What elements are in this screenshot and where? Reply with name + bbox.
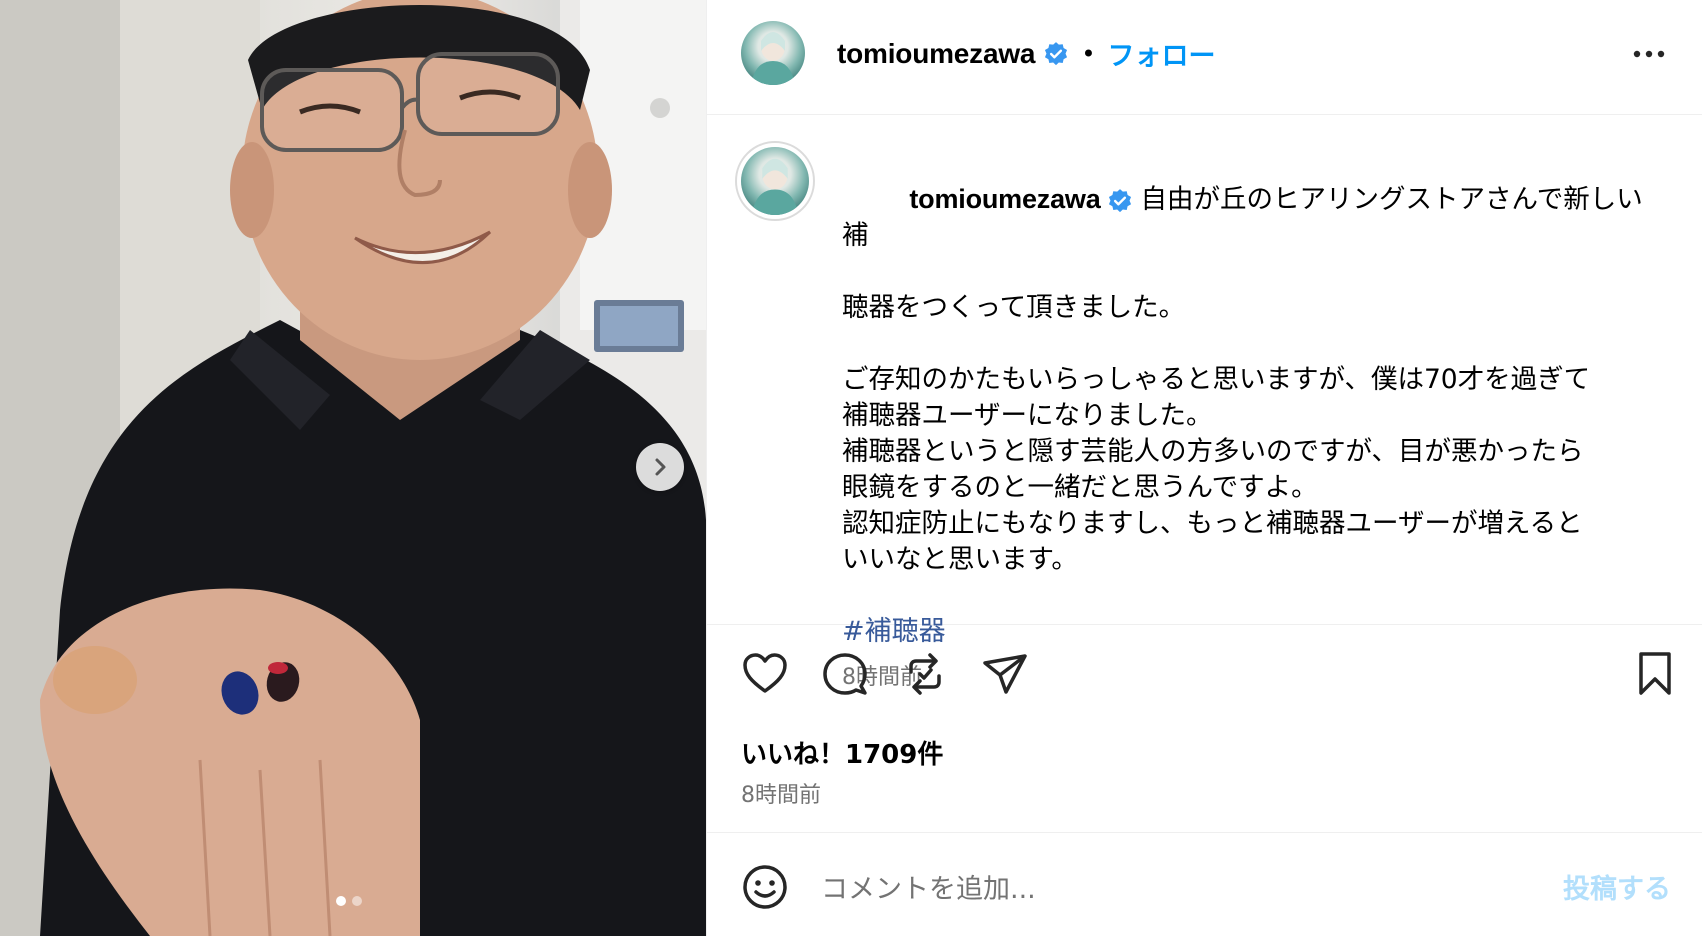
verified-badge-icon: [1108, 188, 1131, 212]
like-button[interactable]: [741, 650, 789, 702]
caption-username[interactable]: tomioumezawa: [909, 184, 1100, 214]
emoji-icon: [743, 865, 787, 909]
more-options-button[interactable]: [1629, 42, 1669, 66]
like-count[interactable]: いいね！1709件: [741, 734, 943, 771]
post-actions: [707, 650, 1702, 710]
verified-badge-icon: [1045, 41, 1068, 65]
carousel-indicator: [336, 896, 362, 906]
repost-icon: [909, 653, 941, 695]
carousel-next-button[interactable]: [636, 443, 684, 491]
avatar[interactable]: [741, 21, 805, 85]
separator-dot: •: [1081, 39, 1096, 68]
share-icon: [983, 654, 1027, 694]
emoji-button[interactable]: [741, 863, 789, 915]
bookmark-icon: [1639, 652, 1671, 695]
post-media[interactable]: [0, 0, 706, 936]
post-photo: [0, 0, 706, 936]
chevron-right-icon: [655, 458, 666, 476]
hashtag-link[interactable]: #補聴器: [842, 616, 946, 647]
caption-paragraph: ご存知のかたもいらっしゃると思いますが、僕は70才を過ぎて 補聴器ユーザーになり…: [842, 364, 1591, 575]
caption-text: tomioumezawa 自由が丘のヒアリングストアさんで新しい補 聴器をつくっ…: [842, 145, 1662, 696]
more-icon: [1633, 50, 1665, 58]
comment-icon: [823, 653, 867, 695]
save-button[interactable]: [1635, 650, 1675, 702]
post-comment-button[interactable]: 投稿する: [1563, 867, 1671, 906]
post-details-panel: tomioumezawa • フォロー tomioumezawa 自由が丘のヒア…: [706, 0, 1702, 936]
comment-bar: コメントを追加... 投稿する: [707, 832, 1702, 936]
post-header: tomioumezawa • フォロー: [707, 0, 1702, 115]
share-button[interactable]: [981, 650, 1029, 702]
avatar-image: [751, 158, 799, 215]
caption-line-2: 聴器をつくって頂きました。: [842, 292, 1186, 323]
caption-avatar[interactable]: [741, 147, 809, 215]
comment-input[interactable]: コメントを追加...: [821, 867, 1036, 906]
repost-button[interactable]: [901, 650, 949, 702]
carousel-dot-active: [336, 896, 346, 906]
follow-button[interactable]: フォロー: [1107, 34, 1215, 73]
post-timestamp[interactable]: 8時間前: [741, 777, 821, 809]
carousel-dot: [352, 896, 362, 906]
username[interactable]: tomioumezawa: [837, 38, 1036, 70]
heart-icon: [743, 653, 787, 693]
caption-section: tomioumezawa 自由が丘のヒアリングストアさんで新しい補 聴器をつくっ…: [707, 115, 1702, 690]
avatar-image: [751, 32, 795, 85]
comment-button[interactable]: [821, 650, 869, 702]
